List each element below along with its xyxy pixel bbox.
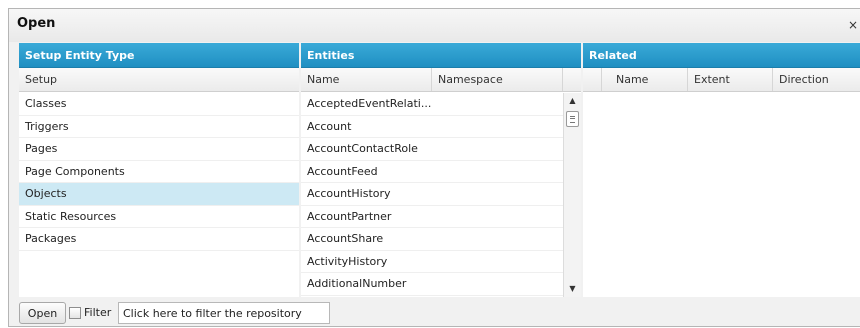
entity-row[interactable]: AccountPartner <box>301 206 563 228</box>
related-column-header: Name Extent Direction <box>583 68 860 92</box>
setup-item-pages[interactable]: Pages <box>19 138 299 161</box>
column-direction[interactable]: Direction <box>773 68 860 91</box>
dialog-footer: Open Filter <box>9 299 860 328</box>
related-panel: Related Name Extent Direction <box>583 43 860 297</box>
entity-row[interactable]: AcceptedEventRelati... <box>301 93 563 116</box>
close-icon[interactable]: × <box>848 18 858 32</box>
entity-row[interactable]: AccountShare <box>301 228 563 251</box>
setup-column-header: Setup <box>19 68 299 92</box>
filter-input[interactable] <box>118 302 330 324</box>
setup-entity-type-header: Setup Entity Type <box>19 43 299 68</box>
column-setup[interactable]: Setup <box>19 68 299 91</box>
column-name[interactable]: Name <box>301 68 432 91</box>
setup-item-triggers[interactable]: Triggers <box>19 116 299 138</box>
setup-entity-type-panel: Setup Entity Type Setup Classes Triggers… <box>19 43 299 297</box>
scrollbar-thumb[interactable] <box>566 111 579 127</box>
column-spacer <box>563 68 581 91</box>
setup-item-objects[interactable]: Objects <box>19 183 299 206</box>
dialog-title: Open <box>17 16 56 31</box>
entities-scrollbar[interactable]: ▲ ▼ <box>563 93 581 297</box>
entity-row[interactable]: AccountFeed <box>301 161 563 183</box>
setup-item-packages[interactable]: Packages <box>19 228 299 251</box>
column-namespace[interactable]: Namespace <box>432 68 563 91</box>
open-dialog: Open × Setup Entity Type Setup Classes T… <box>8 8 860 327</box>
scroll-down-arrow-icon[interactable]: ▼ <box>564 281 581 297</box>
entities-header: Entities <box>301 43 581 68</box>
column-extent[interactable]: Extent <box>688 68 773 91</box>
related-header: Related <box>583 43 860 68</box>
entities-list: AcceptedEventRelati... Account AccountCo… <box>301 93 563 296</box>
scroll-up-arrow-icon[interactable]: ▲ <box>564 93 581 109</box>
filter-label: Filter <box>84 306 112 319</box>
entities-column-header: Name Namespace <box>301 68 581 92</box>
entity-row[interactable]: ActivityHistory <box>301 251 563 273</box>
setup-item-static-resources[interactable]: Static Resources <box>19 206 299 228</box>
entity-row[interactable]: AccountContactRole <box>301 138 563 161</box>
dialog-titlebar: Open × <box>9 9 860 42</box>
open-button[interactable]: Open <box>19 302 66 324</box>
column-related-name[interactable]: Name <box>602 68 688 91</box>
entity-row[interactable]: Account <box>301 116 563 138</box>
entity-row[interactable]: AccountHistory <box>301 183 563 206</box>
entities-panel: Entities Name Namespace AcceptedEventRel… <box>301 43 581 297</box>
column-blank <box>583 68 602 91</box>
setup-item-classes[interactable]: Classes <box>19 93 299 116</box>
filter-checkbox[interactable] <box>69 307 81 319</box>
entity-row[interactable]: AdditionalNumber <box>301 273 563 296</box>
setup-list: Classes Triggers Pages Page Components O… <box>19 93 299 251</box>
setup-item-page-components[interactable]: Page Components <box>19 161 299 183</box>
